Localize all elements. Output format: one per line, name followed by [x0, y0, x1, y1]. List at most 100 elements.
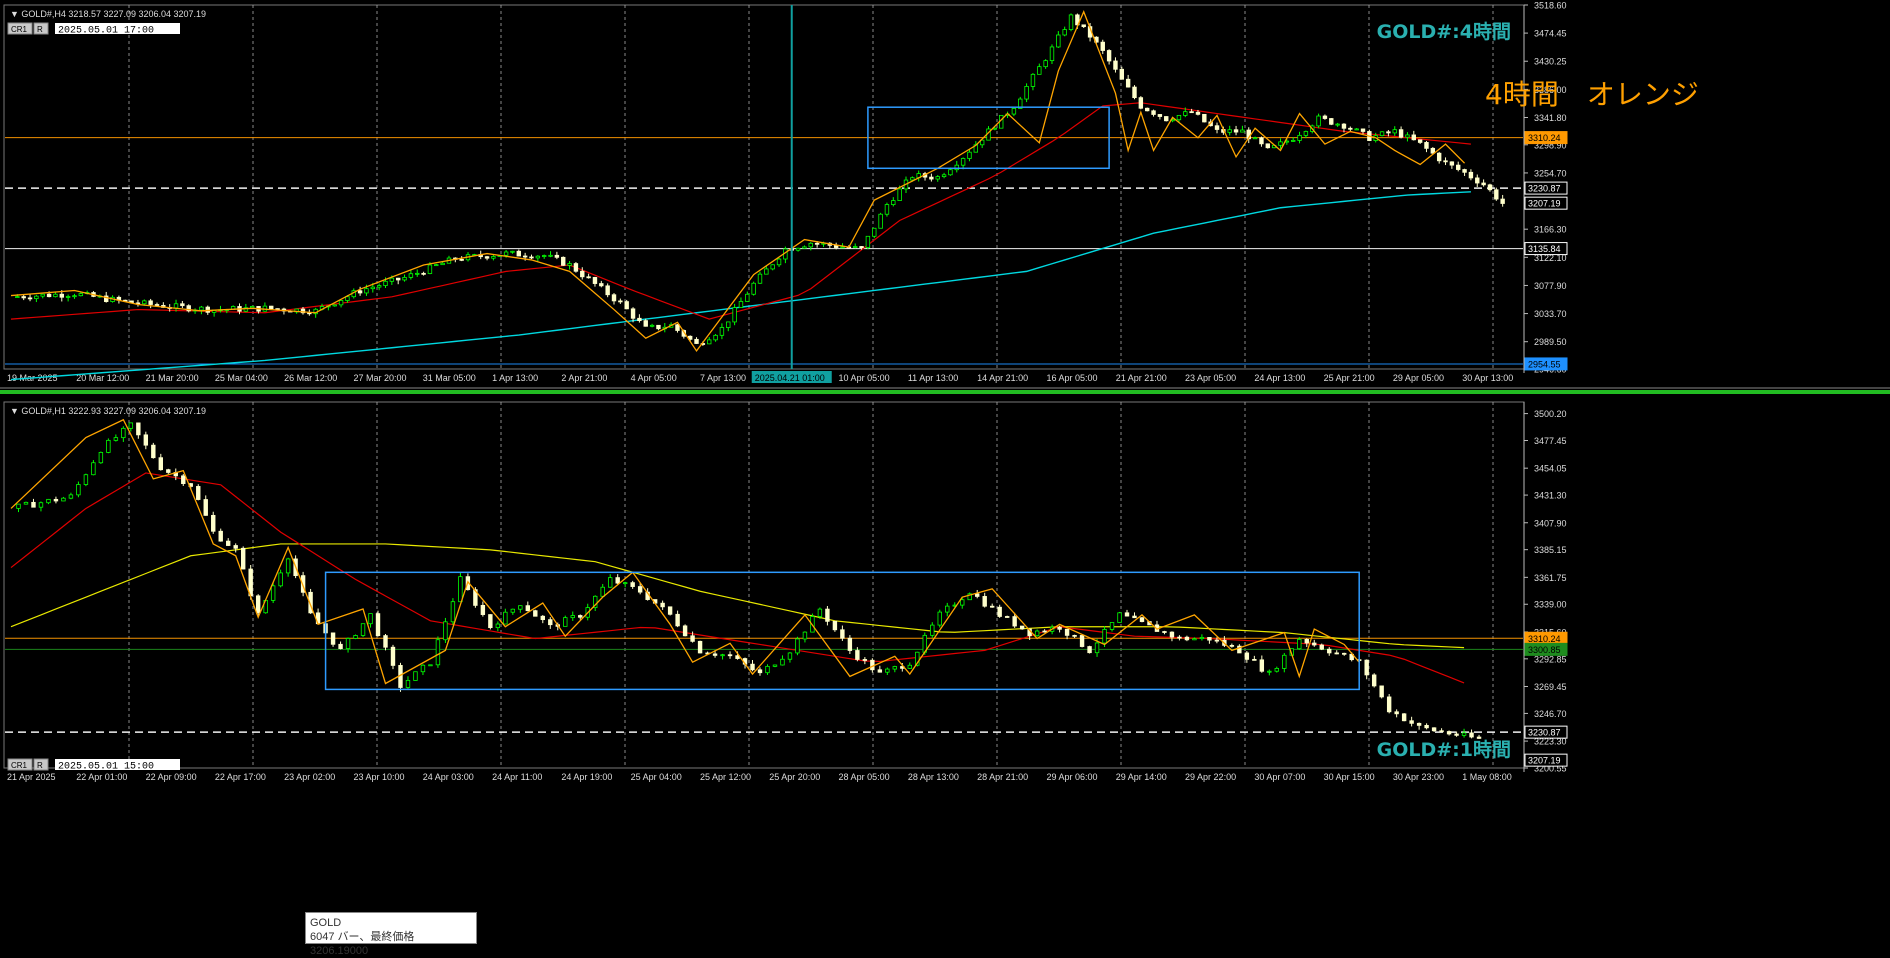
h4-candle-body: [1297, 134, 1302, 141]
h4-candle-body: [370, 286, 376, 290]
h4-candle-body: [1214, 125, 1220, 130]
h1-candle-body: [840, 629, 845, 639]
h4-candle-body: [1062, 29, 1067, 36]
h1-candle-body: [1461, 732, 1467, 736]
h4-candle-body: [561, 256, 566, 266]
h4-candle-body: [440, 262, 445, 266]
h4-candle-body: [840, 246, 845, 249]
h1-candle-body: [136, 422, 141, 436]
h4-candle-body: [618, 300, 623, 303]
h1-x-tick-label: 28 Apr 21:00: [977, 772, 1028, 782]
h4-candle-body: [1360, 128, 1366, 132]
h4-candle-body: [1487, 184, 1493, 191]
h4-candle-body: [802, 246, 807, 249]
h4-candle-body: [1183, 111, 1188, 116]
h4-candle-body: [1348, 127, 1353, 130]
h4-candle-body: [27, 297, 33, 300]
h1-candle-body: [765, 665, 770, 674]
h4-candle-body: [554, 254, 560, 258]
h4-candle-body: [59, 293, 64, 298]
h1-candle-body: [563, 617, 568, 627]
h4-candle-body: [269, 305, 274, 310]
h1-candle-body: [360, 623, 366, 636]
h4-candle-body: [1240, 129, 1245, 133]
h1-candle-body: [945, 605, 950, 613]
h1-x-tick-label: 24 Apr 03:00: [423, 772, 474, 782]
h4-x-tick-label: 26 Mar 12:00: [284, 373, 337, 383]
h1-candle-body: [667, 606, 673, 615]
chart-window: 3518.60 3474.45 3430.25 3386.00 3341.80 3298.…: [0, 0, 1890, 957]
h1-candle-body: [1132, 615, 1137, 619]
h4-candle-body: [713, 334, 718, 341]
h1-candle-body: [121, 427, 126, 439]
h4-x-tick-label: 11 Apr 13:00: [908, 373, 958, 383]
h4-candle-body: [421, 272, 426, 275]
h4-candle-body: [960, 158, 966, 166]
h1-candle-body: [1139, 617, 1145, 622]
h1-candle-body: [270, 585, 276, 601]
h1-candle-body: [218, 530, 223, 542]
h4-x-tick-label: 2 Apr 21:00: [561, 373, 607, 383]
h4-candle-body: [738, 301, 744, 308]
h1-candle-body: [907, 664, 912, 669]
h1-candle-body: [1192, 638, 1197, 641]
h1-candle-body: [960, 599, 965, 606]
h4-candle-body: [567, 263, 572, 266]
h4-x-tick-label: 27 Mar 20:00: [353, 373, 406, 383]
h4-candle-body: [1081, 24, 1086, 28]
h1-candle-body: [345, 638, 351, 649]
h4-candle-body: [1125, 78, 1131, 88]
h1-x-tick-label: 25 Apr 12:00: [700, 772, 751, 782]
h1-x-tick-label: 29 Apr 06:00: [1046, 772, 1097, 782]
h1-candle-body: [772, 664, 778, 667]
h1-candle-body: [503, 611, 508, 625]
h1-candle-body: [38, 502, 44, 508]
h1-x-tick-label: 23 Apr 02:00: [284, 772, 335, 782]
h4-candle-body: [967, 151, 972, 159]
h4-candle-body: [529, 256, 534, 259]
h1-x-tick-label: 29 Apr 14:00: [1116, 772, 1167, 782]
h1-candle-body: [203, 499, 208, 516]
h4-candle-body: [484, 256, 490, 259]
h1-candle-body: [428, 664, 433, 667]
h4-x-tick-label: 10 Apr 05:00: [839, 373, 890, 383]
h1-candle-body: [68, 494, 74, 499]
h4-candle-body: [1386, 131, 1391, 134]
h4-y-tick-label: 2989.50: [1534, 337, 1567, 347]
h4-candle-body: [142, 300, 147, 305]
h1-x-tick-label: 22 Apr 17:00: [215, 772, 266, 782]
h1-candle-body: [1416, 722, 1422, 726]
h4-candle-body: [637, 317, 642, 322]
h4-price-tag-label: 3230.87: [1528, 184, 1561, 194]
h4-candle-body: [548, 254, 553, 257]
chart-canvas[interactable]: 3518.603474.453430.253386.003341.803298.…: [0, 0, 1890, 943]
h4-candle-body: [1233, 129, 1239, 133]
h4-candle-body: [1481, 182, 1486, 186]
h4-candle-body: [675, 324, 680, 331]
h4-annotation-text: 4時間 オレンジ: [1485, 78, 1699, 111]
h1-candle-body: [1184, 636, 1190, 641]
h1-candle-body: [608, 577, 613, 588]
h1-x-tick-label: 30 Apr 07:00: [1254, 772, 1305, 782]
h4-candle-body: [516, 250, 521, 257]
h1-toggle-button-label: R: [37, 761, 43, 770]
h1-date-stamp: 2025.05.01 15:00: [58, 762, 154, 773]
h4-candle-body: [592, 277, 598, 284]
h1-candle-body: [525, 605, 531, 612]
h4-candle-body: [941, 174, 947, 178]
h1-y-tick-label: 3339.00: [1534, 600, 1567, 610]
h4-candle-body: [719, 327, 725, 336]
h4-candle-body: [395, 277, 401, 281]
h4-candle-body: [1049, 46, 1055, 62]
h4-candle-body: [1189, 111, 1194, 114]
tooltip: GOLD 6047 バー、最終価格 3206.19000: [305, 912, 477, 957]
h1-candle-body: [390, 646, 396, 666]
h4-candle-body: [865, 235, 871, 249]
h1-candle-body: [697, 640, 703, 654]
h4-candle-body: [586, 276, 591, 279]
h1-candle-body: [720, 654, 725, 657]
h1-candle-body: [780, 658, 785, 666]
h1-candle-body: [405, 680, 411, 688]
h4-candle-body: [1278, 141, 1283, 146]
h4-candle-body: [1443, 160, 1448, 163]
